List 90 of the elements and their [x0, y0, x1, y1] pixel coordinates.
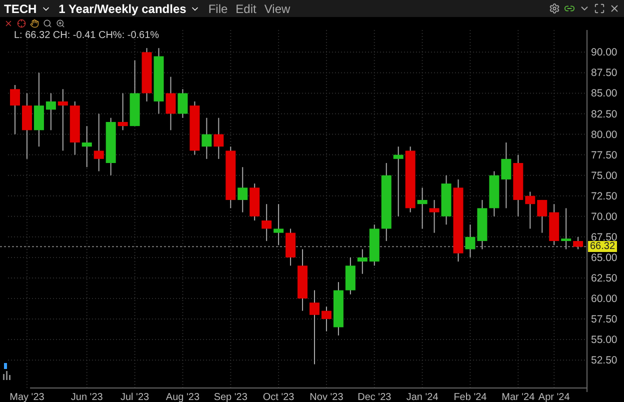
candle: [501, 142, 512, 209]
candle: [22, 92, 32, 160]
y-axis-label: 77.50: [591, 149, 618, 162]
x-axis-label: Aug '23: [166, 392, 200, 402]
candle: [513, 154, 524, 217]
menu-item[interactable]: View: [264, 0, 290, 18]
quote-line: L: 66.32 CH: -0.41 CH%: -0.61%: [14, 29, 160, 43]
link-icon[interactable]: [564, 3, 575, 14]
symbol-dropdown[interactable]: TECH: [4, 0, 51, 18]
candle: [226, 146, 236, 209]
y-axis-label: 55.00: [591, 334, 618, 346]
y-axis-label: 82.50: [591, 108, 618, 120]
candle: [70, 100, 80, 156]
candle: [190, 100, 200, 156]
candle: [405, 146, 416, 213]
hand-icon[interactable]: [30, 19, 39, 28]
candle: [357, 248, 368, 274]
candle: [393, 146, 404, 217]
y-axis-label: 70.00: [591, 210, 618, 223]
candle: [573, 236, 584, 250]
candle: [298, 248, 308, 312]
candle: [549, 204, 560, 246]
x-axis-label: Nov '23: [310, 392, 344, 402]
candle: [202, 117, 212, 160]
x-axis-label: Oct '23: [262, 392, 294, 402]
candle: [250, 183, 260, 221]
x-axis-label: Mar '24: [502, 392, 535, 402]
x-axis-label: May '23: [10, 392, 44, 402]
crosshair-icon[interactable]: [17, 19, 26, 28]
y-axis-label: 62.50: [591, 272, 618, 284]
candle: [286, 228, 296, 266]
candle: [441, 174, 452, 226]
candle: [525, 191, 536, 230]
y-axis-label: 90.00: [591, 46, 618, 59]
menu-item[interactable]: File: [208, 0, 228, 18]
y-axis-label: 52.50: [591, 354, 618, 367]
y-axis-label: 65.00: [591, 252, 618, 264]
candle: [166, 76, 176, 131]
candle: [46, 92, 56, 131]
x-axis-label: Feb '24: [454, 392, 487, 402]
settings-icon[interactable]: [549, 3, 560, 14]
x-axis-label: Dec '23: [358, 392, 392, 402]
candle: [58, 88, 68, 152]
candle: [10, 84, 20, 135]
candle: [537, 199, 548, 234]
y-axis-label: 80.00: [591, 128, 618, 141]
candle: [477, 199, 488, 250]
candle: [214, 117, 224, 160]
volume-icon: [3, 371, 10, 380]
x-axis-label: Jul '23: [120, 392, 150, 402]
y-axis-label: 85.00: [591, 88, 618, 100]
candle: [417, 187, 428, 230]
candle: [142, 48, 152, 102]
y-axis-label: 75.00: [591, 170, 618, 182]
x-axis-label: Sep '23: [214, 392, 248, 402]
candle: [106, 117, 116, 176]
candle: [345, 256, 356, 295]
candle: [429, 199, 440, 234]
x-axis-label: Jun '23: [70, 392, 103, 402]
maximize-icon[interactable]: [594, 3, 605, 14]
candle: [178, 88, 188, 118]
close-icon[interactable]: [609, 3, 620, 14]
candle: [82, 126, 92, 168]
marker-icon: [4, 363, 7, 369]
candle: [130, 60, 140, 127]
x-axis-label: Apr '24: [538, 392, 570, 402]
candle: [489, 170, 500, 217]
candle: [369, 224, 380, 266]
candle: [465, 224, 476, 258]
candle: [118, 92, 128, 131]
candle: [274, 204, 284, 246]
menu-item[interactable]: Edit: [236, 0, 256, 18]
candle: [333, 282, 344, 336]
candle: [238, 166, 248, 213]
close-icon[interactable]: [4, 19, 13, 28]
timeframe-dropdown[interactable]: 1 Year/Weekly candles: [58, 0, 200, 18]
y-axis-label: 72.50: [591, 190, 618, 202]
search-icon[interactable]: [43, 19, 52, 28]
candle: [561, 208, 572, 250]
candle: [154, 48, 164, 114]
candle: [262, 204, 272, 242]
candle: [321, 306, 332, 332]
zoom-icon[interactable]: [56, 19, 65, 28]
x-axis-label: Jan '24: [406, 392, 438, 402]
candle: [94, 113, 104, 172]
y-axis-label: 60.00: [591, 293, 618, 305]
y-axis-label: 87.50: [591, 67, 618, 80]
last-price-label: 66.32: [588, 241, 618, 252]
y-axis-label: 57.50: [591, 314, 618, 326]
y-axis-label: 67.50: [591, 231, 618, 244]
